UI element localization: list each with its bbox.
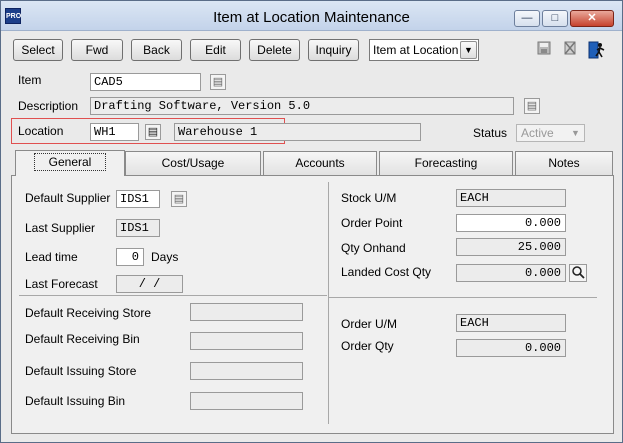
item-label: Item xyxy=(18,73,42,87)
right-section-divider xyxy=(329,297,597,298)
order-um-label: Order U/M xyxy=(341,317,398,331)
inquiry-button[interactable]: Inquiry xyxy=(308,39,359,61)
lead-time-field[interactable]: 0 xyxy=(116,248,144,266)
status-label: Status xyxy=(473,126,508,140)
column-divider xyxy=(328,182,329,424)
last-forecast-label: Last Forecast xyxy=(25,277,98,291)
fwd-button[interactable]: Fwd xyxy=(71,39,123,61)
delete-button[interactable]: Delete xyxy=(249,39,300,61)
landed-cost-qty-label: Landed Cost Qty xyxy=(341,265,432,279)
order-qty-label: Order Qty xyxy=(341,339,394,353)
location-field[interactable]: WH1 xyxy=(90,123,139,141)
last-supplier-field: IDS1 xyxy=(116,219,160,237)
landed-cost-qty-field: 0.000 xyxy=(456,264,566,282)
save-icon[interactable] xyxy=(535,41,553,59)
title-bar: PRO Item at Location Maintenance — □ ✕ xyxy=(1,1,622,31)
search-icon[interactable] xyxy=(569,264,587,282)
lead-time-label: Lead time xyxy=(25,250,78,264)
default-receiving-store-field[interactable] xyxy=(190,303,303,321)
order-point-field[interactable]: 0.000 xyxy=(456,214,566,232)
view-select-value: Item at Location xyxy=(373,43,459,57)
stock-um-field: EACH xyxy=(456,189,566,207)
view-select[interactable]: Item at Location ▼ xyxy=(369,39,479,61)
last-supplier-label: Last Supplier xyxy=(25,221,96,235)
lookup-icon[interactable]: ▤ xyxy=(210,74,226,90)
tab-accounts[interactable]: Accounts xyxy=(263,151,377,175)
stock-um-label: Stock U/M xyxy=(341,191,397,205)
default-issuing-store-label: Default Issuing Store xyxy=(25,364,137,378)
chevron-down-icon[interactable]: ▼ xyxy=(460,41,477,59)
order-qty-field[interactable]: 0.000 xyxy=(456,339,566,357)
close-button[interactable]: ✕ xyxy=(570,10,614,27)
default-supplier-label: Default Supplier xyxy=(25,191,111,205)
item-field[interactable]: CAD5 xyxy=(90,73,201,91)
order-point-label: Order Point xyxy=(341,216,403,230)
exit-icon[interactable] xyxy=(587,41,607,59)
default-issuing-bin-label: Default Issuing Bin xyxy=(25,394,126,408)
tab-cost-usage[interactable]: Cost/Usage xyxy=(125,151,261,175)
supplier-lookup-icon[interactable]: ▤ xyxy=(171,191,187,207)
left-section-divider xyxy=(19,295,327,296)
tab-forecasting[interactable]: Forecasting xyxy=(379,151,513,175)
select-button[interactable]: Select xyxy=(13,39,63,61)
default-issuing-bin-field[interactable] xyxy=(190,392,303,410)
default-receiving-bin-label: Default Receiving Bin xyxy=(25,332,140,346)
order-um-field[interactable]: EACH xyxy=(456,314,566,332)
default-issuing-store-field[interactable] xyxy=(190,362,303,380)
status-select-value: Active xyxy=(521,126,554,140)
minimize-button[interactable]: — xyxy=(514,10,540,27)
default-receiving-store-label: Default Receiving Store xyxy=(25,306,152,320)
location-name-field: Warehouse 1 xyxy=(174,123,421,141)
lead-time-unit: Days xyxy=(151,250,179,264)
location-lookup-icon[interactable]: ▤ xyxy=(145,124,161,140)
description-label: Description xyxy=(18,99,79,113)
last-forecast-field: / / xyxy=(116,275,183,293)
qty-onhand-label: Qty Onhand xyxy=(341,241,406,255)
qty-onhand-field: 25.000 xyxy=(456,238,566,256)
edit-button[interactable]: Edit xyxy=(190,39,241,61)
tab-notes[interactable]: Notes xyxy=(515,151,613,175)
maximize-button[interactable]: □ xyxy=(542,10,568,27)
tab-label: General xyxy=(33,153,107,171)
main-window: PRO Item at Location Maintenance — □ ✕ S… xyxy=(0,0,623,443)
location-label: Location xyxy=(18,124,64,138)
description-field[interactable]: Drafting Software, Version 5.0 xyxy=(90,97,514,115)
tab-general[interactable]: General xyxy=(15,150,125,176)
default-receiving-bin-field[interactable] xyxy=(190,332,303,350)
clear-icon[interactable] xyxy=(561,41,579,59)
back-button[interactable]: Back xyxy=(131,39,182,61)
status-select[interactable]: Active ▼ xyxy=(516,124,585,142)
chevron-down-icon[interactable]: ▼ xyxy=(568,126,583,140)
notes-icon[interactable]: ▤ xyxy=(524,98,540,114)
default-supplier-field[interactable]: IDS1 xyxy=(116,190,160,208)
